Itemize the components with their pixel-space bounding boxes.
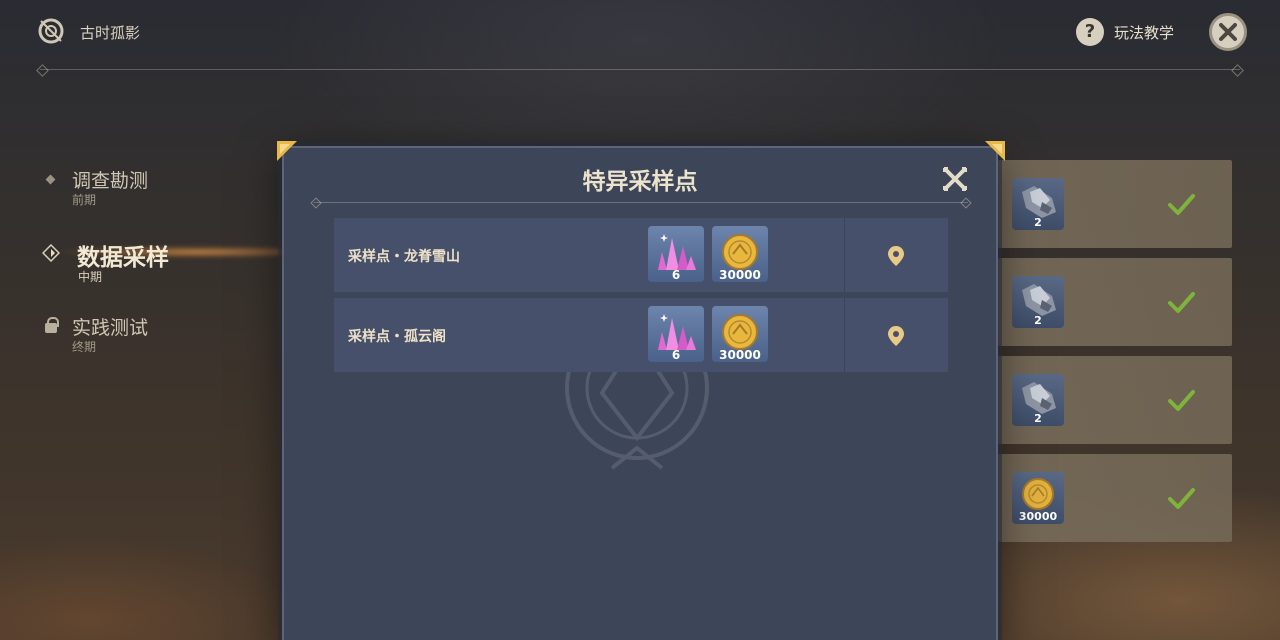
reward-row: 30000 — [998, 454, 1232, 542]
crystal-item-tile[interactable]: 6 — [648, 306, 704, 362]
reward-tile: 2 — [1012, 276, 1064, 328]
top-divider — [40, 69, 1240, 70]
item-qty: 6 — [671, 268, 681, 282]
location-pin-icon[interactable] — [886, 324, 906, 348]
dialog-title: 特异采样点 — [582, 169, 698, 195]
check-icon — [1168, 390, 1195, 411]
diamond-active-icon — [42, 244, 60, 262]
site-name: 采样点・龙脊雪山 — [348, 249, 460, 265]
close-icon — [1219, 23, 1237, 41]
row-divider — [844, 218, 845, 292]
reward-qty: 2 — [1034, 412, 1042, 425]
help-label[interactable]: 玩法教学 — [1114, 22, 1174, 43]
reward-qty: 30000 — [1018, 510, 1058, 523]
check-icon — [1168, 488, 1195, 509]
reward-qty: 2 — [1034, 216, 1042, 229]
item-qty: 30000 — [719, 268, 761, 282]
nav-item-label: 数据采样 — [77, 245, 169, 271]
nav-item-sub: 终期 — [72, 340, 97, 354]
event-title: 古时孤影 — [80, 24, 141, 42]
corner-ornament-icon — [277, 141, 297, 161]
crystal-item-tile[interactable]: 6 — [648, 226, 704, 282]
reward-tile: 30000 — [1012, 472, 1064, 524]
check-icon — [1168, 194, 1195, 215]
help-icon[interactable]: ? — [1076, 18, 1104, 46]
reward-row: 2 — [998, 160, 1232, 248]
sampling-site-row[interactable]: 采样点・孤云阁 6 30000 — [334, 298, 948, 372]
reward-tile: 2 — [1012, 178, 1064, 230]
lock-icon — [45, 317, 59, 333]
reward-row: 2 — [998, 258, 1232, 346]
location-pin-icon[interactable] — [886, 244, 906, 268]
event-logo-icon — [38, 18, 64, 44]
sampling-points-dialog: 特异采样点 采样点・龙脊雪山 6 30000 采样点・孤云阁 6 30000 — [282, 146, 998, 640]
sampling-site-row[interactable]: 采样点・龙脊雪山 6 30000 — [334, 218, 948, 292]
mora-item-tile[interactable]: 30000 — [712, 226, 768, 282]
diamond-bullet-icon — [45, 174, 56, 185]
row-divider — [844, 298, 845, 372]
nav-item-sub: 前期 — [72, 193, 97, 207]
close-button[interactable] — [1209, 13, 1247, 51]
nav-item-label: 实践测试 — [72, 317, 149, 339]
dialog-divider — [314, 202, 968, 203]
corner-ornament-icon — [985, 141, 1005, 161]
item-qty: 30000 — [719, 348, 761, 362]
reward-row: 2 — [998, 356, 1232, 444]
nav-item-sub: 中期 — [78, 270, 103, 284]
check-icon — [1168, 292, 1195, 313]
mora-item-tile[interactable]: 30000 — [712, 306, 768, 362]
dialog-close-icon[interactable] — [940, 164, 970, 194]
site-name: 采样点・孤云阁 — [348, 329, 446, 345]
nav-item-label: 调查勘测 — [72, 170, 149, 192]
item-qty: 6 — [671, 348, 681, 362]
reward-tile: 2 — [1012, 374, 1064, 426]
reward-qty: 2 — [1034, 314, 1042, 327]
